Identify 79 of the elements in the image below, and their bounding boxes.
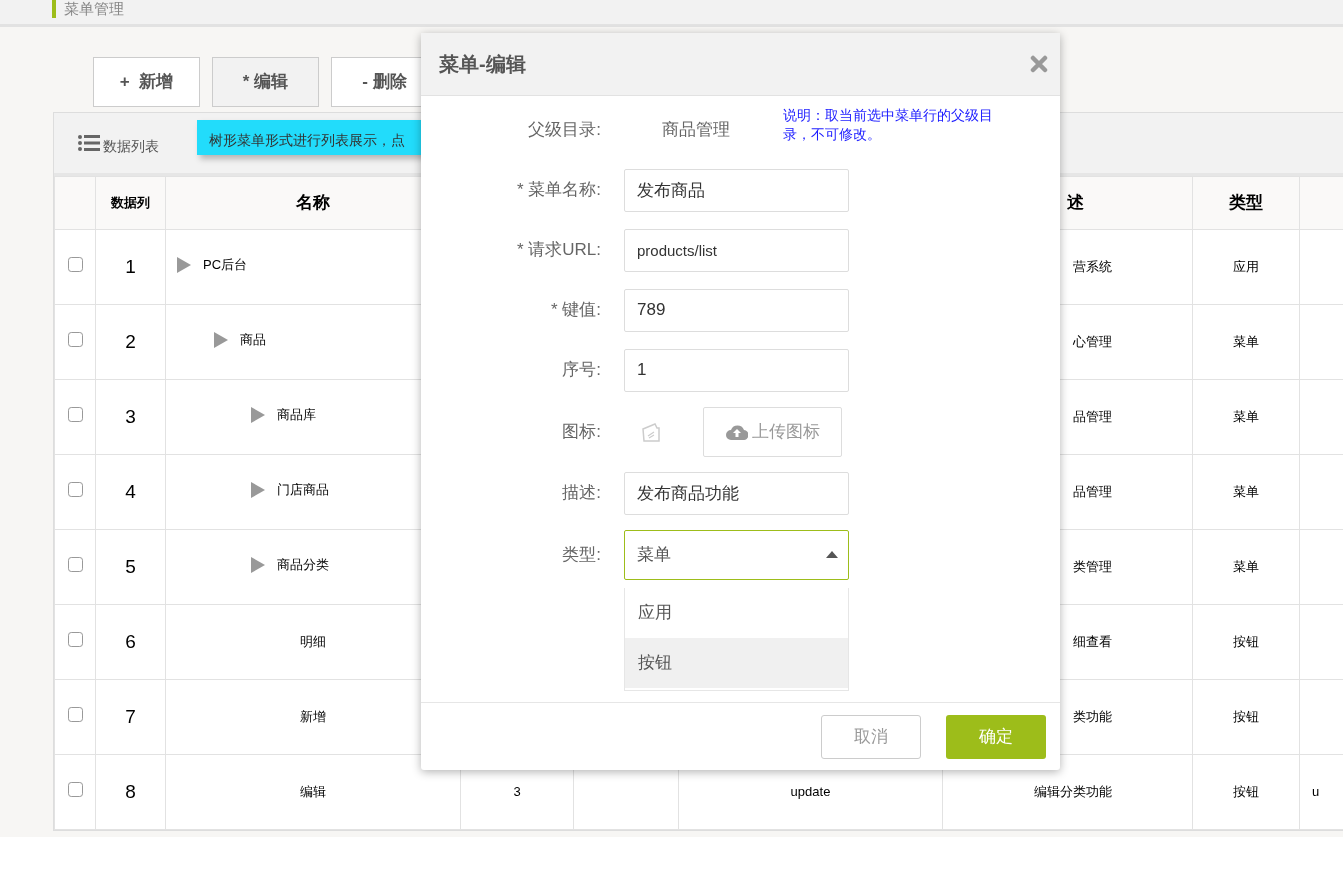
type-dropdown[interactable]: 菜单 [624,529,849,580]
field-label: * 键值: [549,299,601,322]
row-type: 菜单 [1233,334,1259,350]
field-label: 描述: [561,482,601,505]
field-label: * 菜单名称: [515,179,601,202]
field-label: 序号: [561,359,601,382]
row-description: 类管理 [1073,559,1112,575]
row-name: 新增 [300,708,326,727]
dialog-title: 菜单-编辑 [439,52,526,77]
panel-title: 数据列表 [103,136,159,156]
input-field[interactable]: 1 [624,348,849,392]
row-number: 3 [125,405,136,427]
row-checkbox[interactable] [67,332,83,348]
row-checkbox[interactable] [67,632,83,648]
row-number: 2 [125,330,136,352]
field-label: * 请求URL: [515,239,601,262]
row-name: 门店商品 [277,481,329,500]
row-description: 类功能 [1073,709,1112,725]
row-type: 菜单 [1233,484,1259,500]
field-label: 图标: [561,420,601,443]
row-checkbox[interactable] [67,557,83,573]
row-name: 明细 [300,633,326,652]
column-header: 类型 [1229,193,1263,213]
input-field[interactable]: 发布商品 [624,168,849,212]
row-description: 品管理 [1073,484,1112,500]
field-label: 父级目录: [527,119,601,142]
page-title: 菜单管理 [52,0,124,18]
row-checkbox[interactable] [67,707,83,723]
row-checkbox[interactable] [67,782,83,798]
row-number: 7 [125,705,136,727]
note-text: 说明：取当前选中菜单行的父级目录，不可修改。 [783,106,994,144]
field-label: 类型: [561,543,601,566]
expand-arrow-icon[interactable] [251,482,265,499]
table-cell: u [1312,784,1320,800]
input-field[interactable]: 789 [624,288,849,332]
row-description: 编辑分类功能 [1034,784,1112,800]
row-description: 营系统 [1073,259,1112,275]
input-field[interactable]: 发布商品功能 [624,471,849,515]
cloud-upload-icon [725,423,748,440]
list-icon [78,134,100,152]
row-name: 商品分类 [277,556,329,575]
column-header: 数据列 [111,195,150,211]
field-value: 商品管理 [662,119,730,142]
table-cell: 3 [513,784,521,800]
row-description: 细查看 [1073,634,1112,650]
row-number: 1 [125,255,136,277]
row-description: 品管理 [1073,409,1112,425]
row-checkbox[interactable] [67,407,83,423]
row-checkbox[interactable] [67,482,83,498]
image-placeholder-icon [641,421,661,442]
row-name: 商品库 [277,406,316,425]
row-type: 按钮 [1233,634,1259,650]
row-number: 6 [125,630,136,652]
row-type: 按钮 [1233,784,1259,800]
close-button[interactable] [1030,55,1048,73]
toolbar-button[interactable]: + 新增 [93,57,200,107]
row-number: 5 [125,555,136,577]
toolbar-button[interactable]: * 编辑 [212,57,319,107]
row-type: 菜单 [1233,409,1259,425]
expand-arrow-icon[interactable] [251,557,265,574]
table-cell: update [790,784,831,800]
row-type: 按钮 [1233,709,1259,725]
expand-arrow-icon[interactable] [177,257,191,274]
input-field[interactable]: products/list [624,228,849,272]
row-name: 编辑 [300,783,326,802]
row-name: PC后台 [203,256,248,275]
expand-arrow-icon[interactable] [214,332,228,349]
row-number: 8 [125,780,136,802]
row-description: 心管理 [1073,334,1112,350]
row-type: 菜单 [1233,559,1259,575]
expand-arrow-icon[interactable] [251,407,265,424]
row-name: 商品 [240,331,266,350]
row-number: 4 [125,480,136,502]
dropdown-option[interactable]: 按钮 [625,638,848,688]
row-checkbox[interactable] [67,257,83,273]
row-type: 应用 [1233,259,1259,275]
column-header: 名称 [296,193,330,213]
caret-up-icon [826,551,838,558]
column-header: 述 [1067,193,1084,213]
